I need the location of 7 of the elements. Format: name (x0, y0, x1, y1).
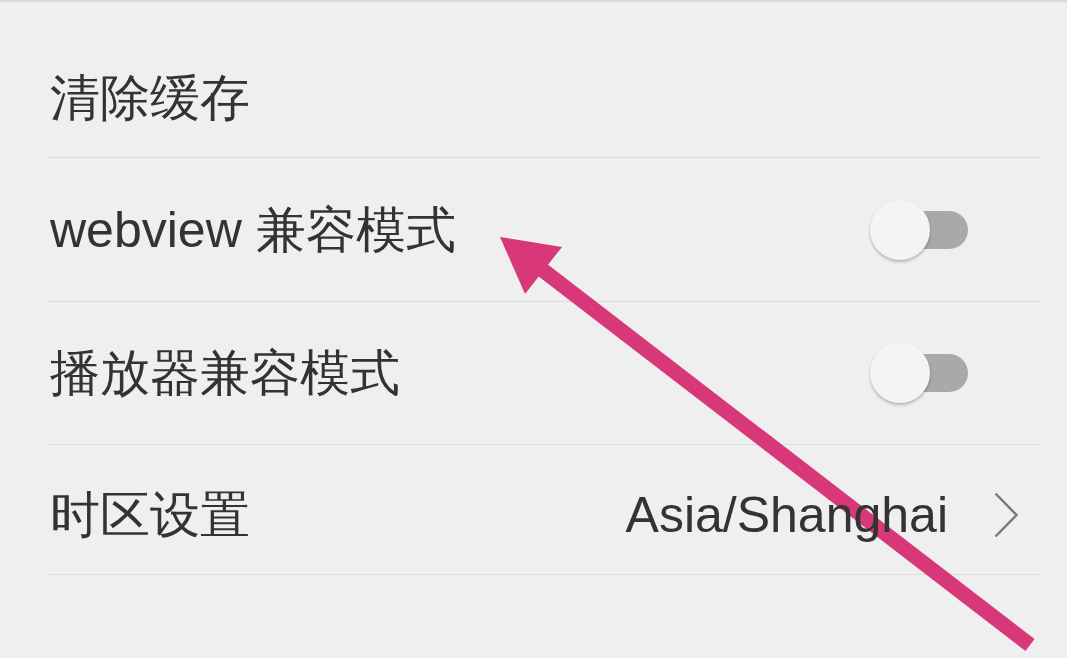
setting-label: webview 兼容模式 (50, 204, 456, 255)
setting-label: 清除缓存 (50, 72, 250, 123)
toggle-switch[interactable] (870, 198, 968, 261)
chevron-right-icon (994, 491, 1018, 538)
toggle-switch[interactable] (870, 342, 968, 404)
setting-label: 播放器兼容模式 (50, 348, 400, 398)
setting-label: 时区设置 (50, 489, 250, 540)
